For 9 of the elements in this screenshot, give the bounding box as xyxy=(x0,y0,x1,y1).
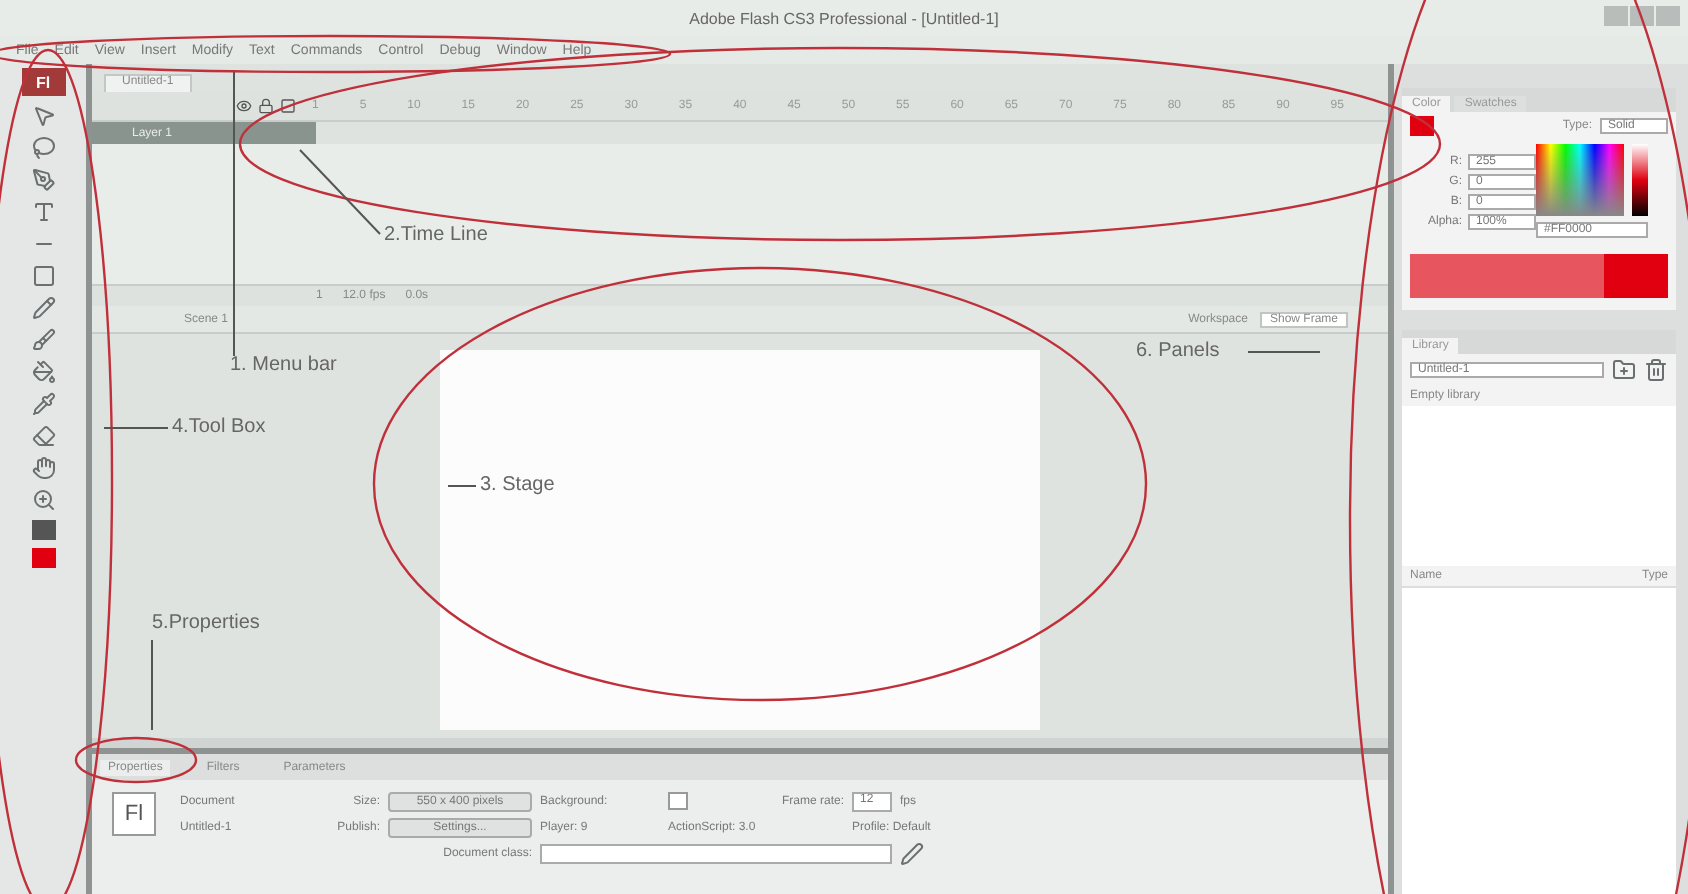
annotation-label: 1. Menu bar xyxy=(230,354,337,376)
annotation-label: 6. Panels xyxy=(1136,340,1220,362)
annotation-label: 4.Tool Box xyxy=(172,416,266,438)
app-badge: Fl xyxy=(21,68,65,96)
annotation-label: 5.Properties xyxy=(152,612,260,634)
document-badge: Fl xyxy=(112,792,156,836)
annotation-label: 2.Time Line xyxy=(384,224,488,246)
window-title: Adobe Flash CS3 Professional - [Untitled-1] xyxy=(689,9,999,27)
annotation-label: 3. Stage xyxy=(480,474,555,496)
